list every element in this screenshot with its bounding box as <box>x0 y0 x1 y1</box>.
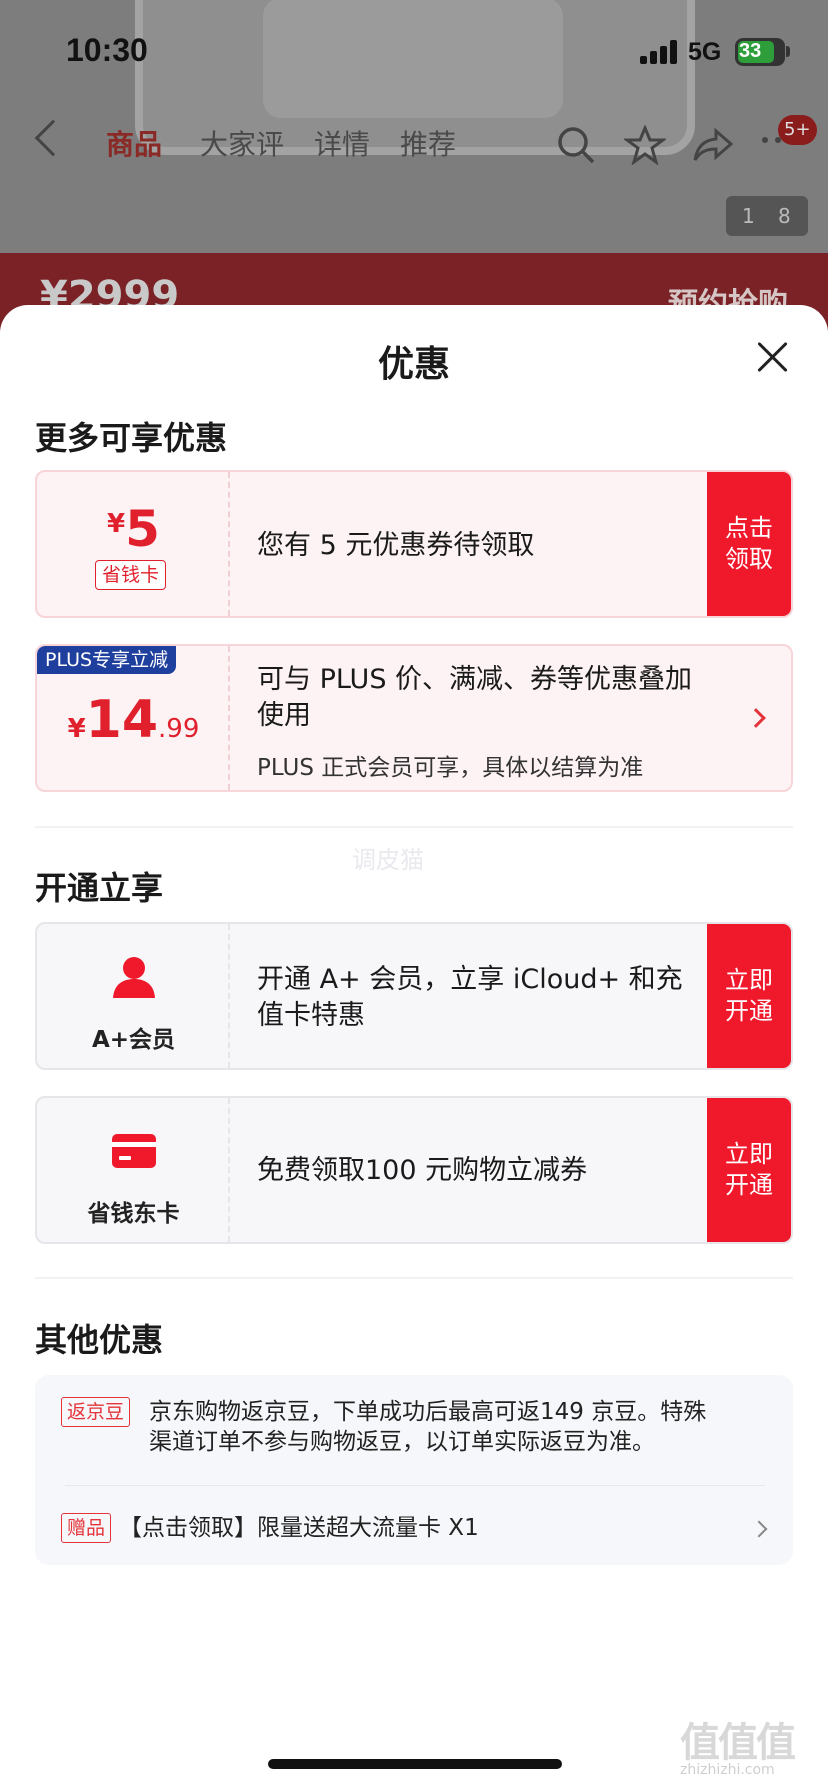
claim-coupon-button[interactable]: 点击 领取 <box>707 472 791 616</box>
tab-product[interactable]: 商品 <box>106 123 162 163</box>
coupon-left: ¥5 省钱卡 <box>37 472 230 616</box>
other-discounts-box: 返京豆 京东购物返京豆，下单成功后最高可返149 京豆。特殊 渠道订单不参与购物… <box>35 1375 793 1565</box>
jingdou-tag: 返京豆 <box>61 1397 131 1427</box>
watermark: 调皮猫 <box>352 846 424 874</box>
tab-recommend[interactable]: 推荐 <box>400 123 456 163</box>
back-arrow-icon[interactable] <box>34 119 72 157</box>
card-icon <box>112 1134 156 1168</box>
chevron-right-icon[interactable] <box>750 1520 768 1538</box>
plus-left: PLUS专享立减 ¥14.99 <box>37 646 230 790</box>
tab-reviews[interactable]: 大家评 <box>200 123 284 163</box>
signal-icon <box>640 40 680 64</box>
gift-text[interactable]: 【点击领取】限量送超大流量卡 X1 <box>119 1513 479 1543</box>
section-title-other: 其他优惠 <box>35 1321 164 1359</box>
plus-discount-card[interactable]: PLUS专享立减 ¥14.99 可与 PLUS 价、满减、券等优惠叠加 使用 P… <box>35 644 793 792</box>
page-current: 1 <box>742 204 755 228</box>
coupon-text: 您有 5 元优惠券待领取 <box>257 530 535 561</box>
message-count-badge: 5+ <box>778 115 817 145</box>
chevron-right-icon[interactable] <box>746 708 766 728</box>
aplus-text: 开通 A+ 会员，立享 iCloud+ 和充 值卡特惠 <box>257 964 683 1031</box>
plus-text: 可与 PLUS 价、满减、券等优惠叠加 使用 <box>257 664 693 731</box>
site-logo: 值值值 <box>680 1720 796 1766</box>
page-total: 8 <box>778 204 791 228</box>
open-aplus-button[interactable]: 立即 开通 <box>707 924 791 1068</box>
divider <box>65 1485 765 1486</box>
battery-level: 33 <box>739 40 762 62</box>
search-icon[interactable] <box>556 125 596 165</box>
coupon-amount: ¥5 <box>107 500 160 558</box>
image-page-indicator: 1 8 <box>726 196 808 236</box>
product-page-background: 10:30 5G 33 商品 大家评 详情 推荐 5+ 1 8 ¥2999 <box>0 0 828 330</box>
aplus-label: A+会员 <box>91 1027 176 1053</box>
aplus-left: A+会员 <box>37 924 230 1068</box>
divider <box>35 1277 793 1279</box>
jingdou-text: 京东购物返京豆，下单成功后最高可返149 京豆。特殊 渠道订单不参与购物返豆，以… <box>149 1399 707 1455</box>
coupon-tag: 省钱卡 <box>95 560 167 590</box>
gift-tag: 赠品 <box>61 1513 112 1543</box>
share-icon[interactable] <box>692 125 734 165</box>
coupon-card[interactable]: ¥5 省钱卡 您有 5 元优惠券待领取 点击 领取 <box>35 470 793 618</box>
network-label: 5G <box>688 38 722 66</box>
divider <box>35 826 793 828</box>
battery-icon: 33 <box>735 38 785 66</box>
open-dongka-button[interactable]: 立即 开通 <box>707 1098 791 1242</box>
section-title-open: 开通立享 <box>35 869 164 907</box>
dongka-left: 省钱东卡 <box>37 1098 230 1242</box>
dongka-card[interactable]: 省钱东卡 免费领取100 元购物立减券 立即 开通 <box>35 1096 793 1244</box>
status-time: 10:30 <box>66 32 148 68</box>
discount-sheet: 优惠 更多可享优惠 ¥5 省钱卡 您有 5 元优惠券待领取 点击 领取 PLUS专… <box>0 305 828 1792</box>
dongka-text: 免费领取100 元购物立减券 <box>257 1155 588 1186</box>
plus-subtext: PLUS 正式会员可享，具体以结算为准 <box>257 755 644 781</box>
sheet-title: 优惠 <box>377 344 450 385</box>
plus-price: ¥14.99 <box>67 690 200 750</box>
close-button[interactable] <box>752 337 792 377</box>
aplus-member-card[interactable]: A+会员 开通 A+ 会员，立享 iCloud+ 和充 值卡特惠 立即 开通 <box>35 922 793 1070</box>
plus-label: PLUS专享立减 <box>37 646 177 674</box>
site-url: zhizhizhi.com <box>680 1762 775 1778</box>
section-title-more: 更多可享优惠 <box>35 419 228 457</box>
dongka-label: 省钱东卡 <box>87 1201 180 1227</box>
home-indicator[interactable] <box>268 1759 562 1769</box>
star-icon[interactable] <box>624 125 666 165</box>
user-icon <box>113 957 155 998</box>
product-navbar: 商品 大家评 详情 推荐 5+ <box>0 115 828 175</box>
status-bar: 10:30 5G 33 <box>0 0 828 100</box>
tab-details[interactable]: 详情 <box>314 123 370 163</box>
